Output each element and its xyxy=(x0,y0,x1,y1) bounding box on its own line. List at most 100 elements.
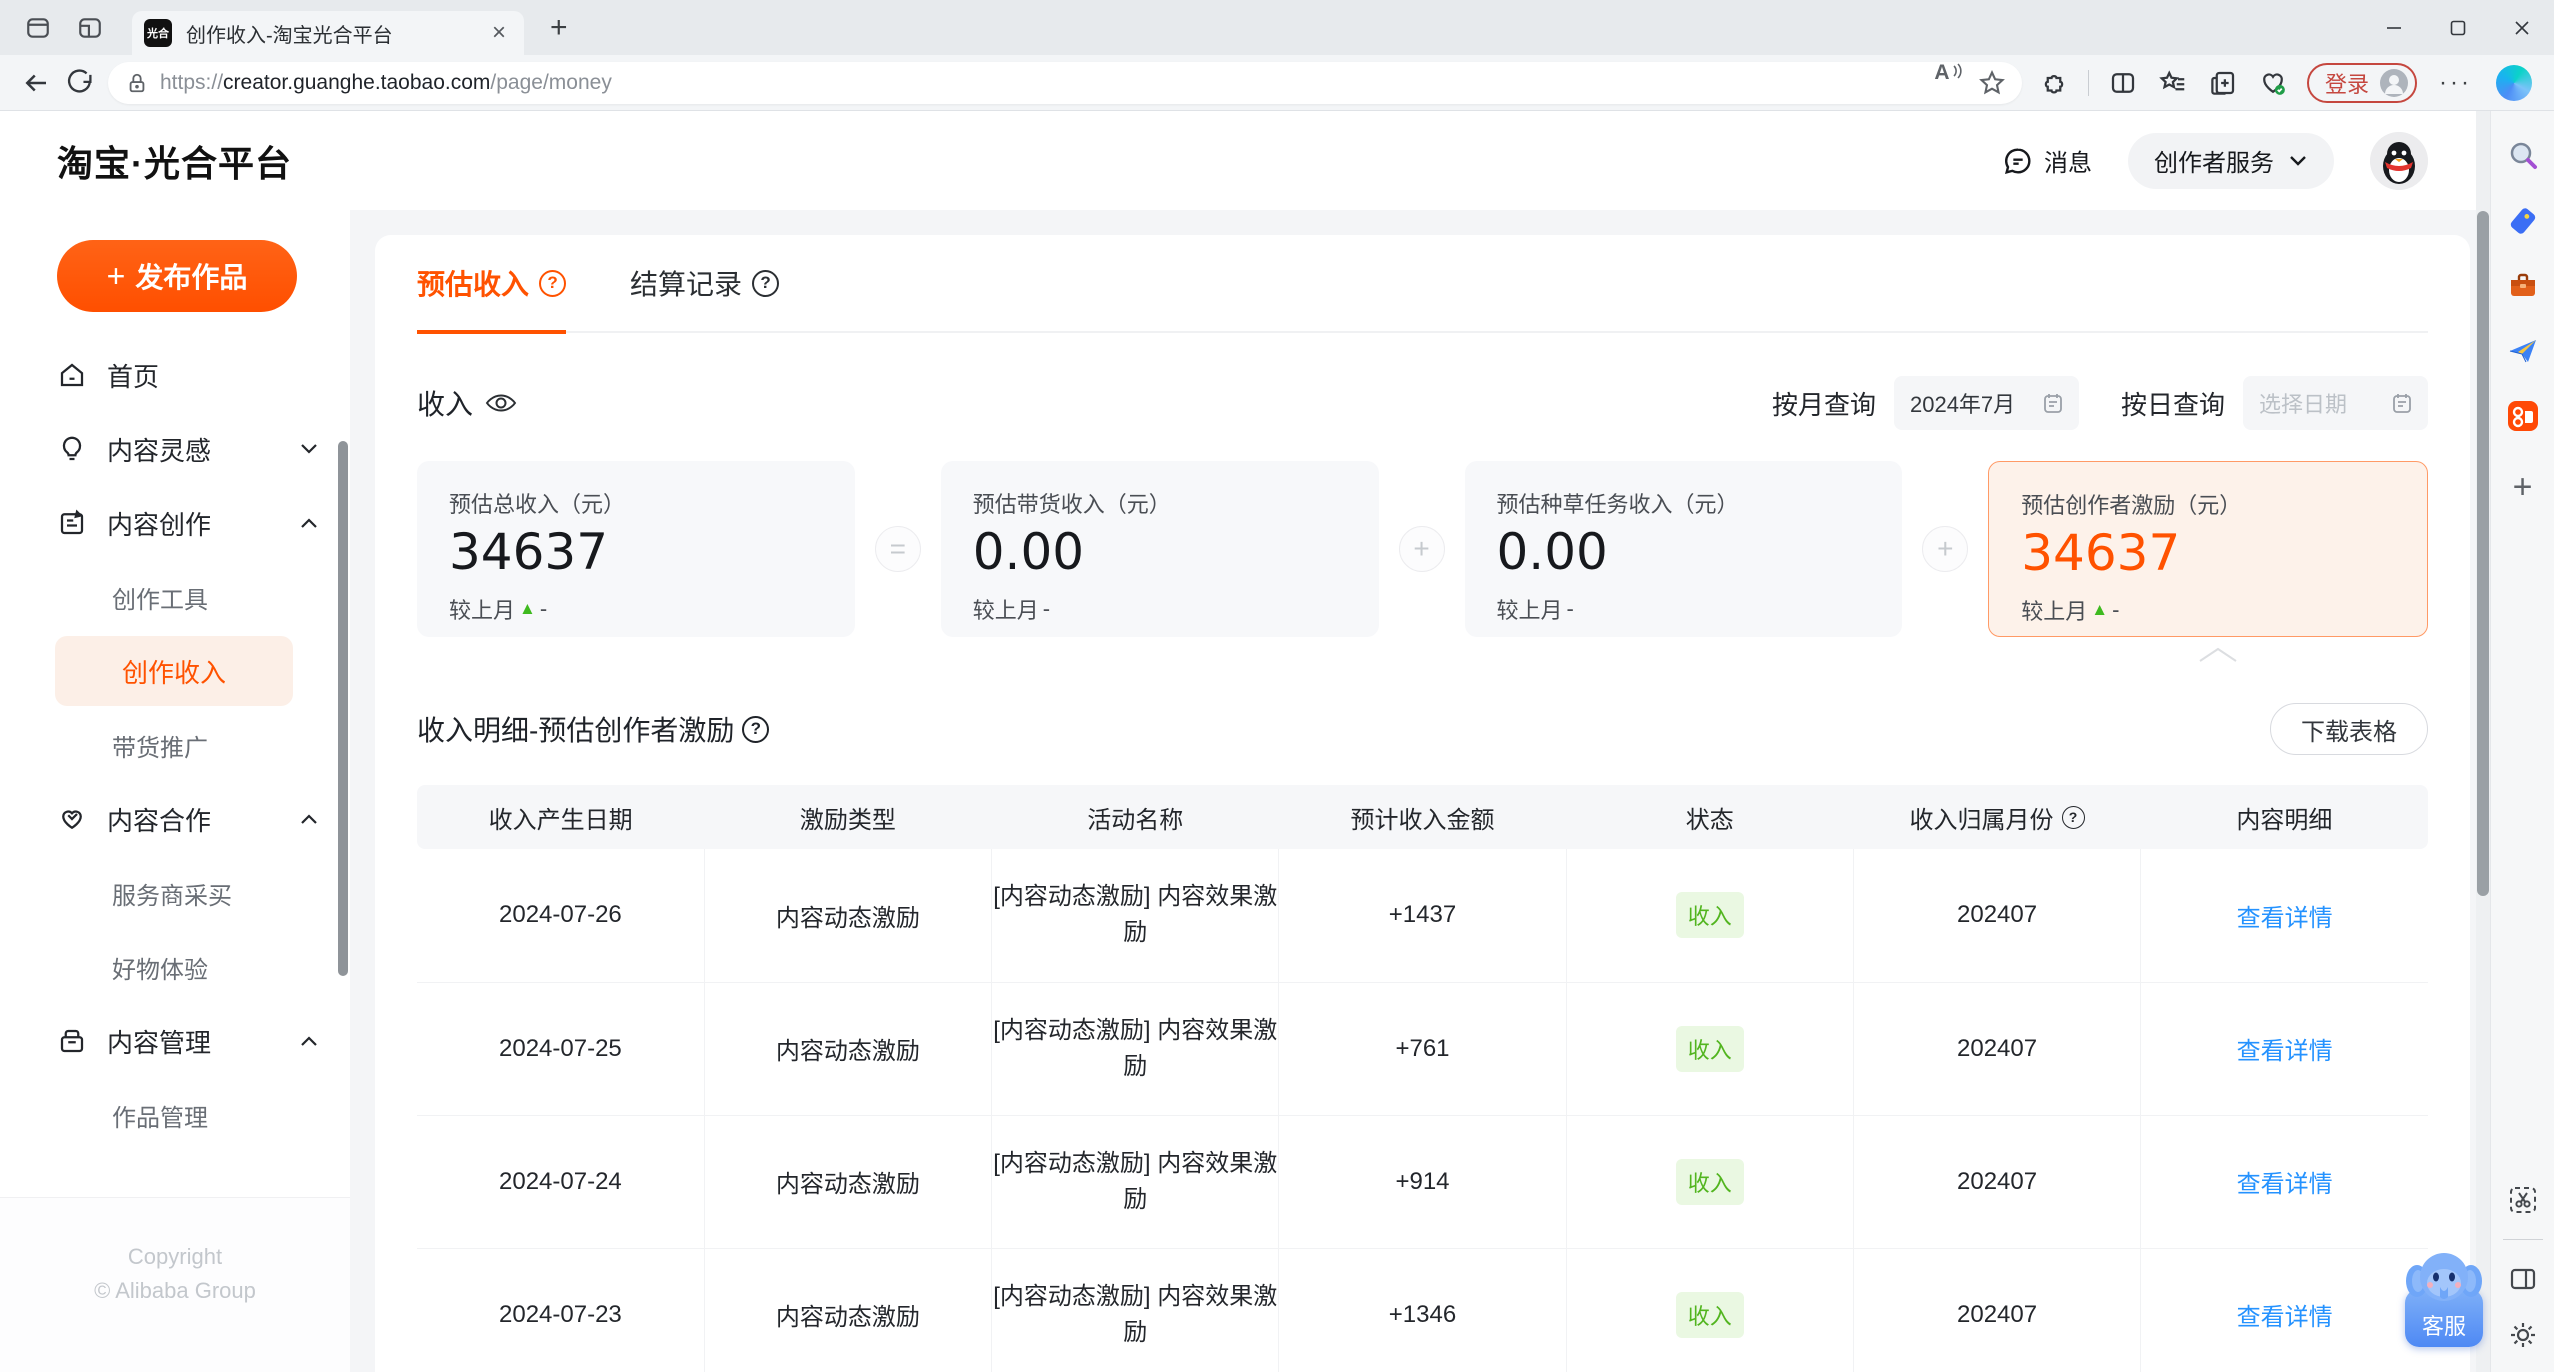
site-logo[interactable]: 淘宝·光合平台 xyxy=(57,135,292,187)
kuaishou-icon[interactable] xyxy=(2506,399,2540,433)
day-query-label: 按日查询 xyxy=(2120,389,2225,420)
sidebar: + 发布作品 首页 内容灵感 内容创作 创作工具 创作收入 带货推广 内容合作 服… xyxy=(0,210,350,1372)
window-close-button[interactable] xyxy=(2490,0,2554,55)
login-button[interactable]: 登录 xyxy=(2307,62,2418,103)
sidebar-item-content-management[interactable]: 内容管理 xyxy=(0,1004,350,1078)
rail-divider xyxy=(2502,1239,2543,1240)
page: 淘宝·光合平台 消息 创作者服务 + 发布作品 首页 内容灵感 内容创作 创作工… xyxy=(0,111,2554,1372)
profile-icon xyxy=(2380,68,2409,97)
favorite-star-icon[interactable] xyxy=(1970,61,2014,105)
tab-settlement-records[interactable]: 结算记录 ? xyxy=(630,234,780,332)
home-icon xyxy=(57,360,87,390)
address-bar[interactable]: https://creator.guanghe.taobao.com/page/… xyxy=(108,61,2022,105)
settings-menu-icon[interactable]: ··· xyxy=(2429,69,2482,97)
card-creator-incentive[interactable]: 预估创作者激励（元） 34637 较上月 ▲ - xyxy=(1988,461,2428,637)
url-text: https://creator.guanghe.taobao.com/page/… xyxy=(160,70,612,94)
status-badge: 收入 xyxy=(1675,1291,1744,1338)
table-row: 2024-07-24 内容动态激励 [内容动态激励] 内容效果激励 +914 收… xyxy=(417,1115,2428,1249)
customer-service-button[interactable]: 客服 xyxy=(2405,1247,2483,1347)
sidebar-item-service-purchase[interactable]: 服务商采买 xyxy=(0,856,350,930)
card-total-income: 预估总收入（元） 34637 较上月 ▲ - xyxy=(417,461,855,637)
view-details-link[interactable]: 查看详情 xyxy=(2237,1038,2333,1065)
table-row: 2024-07-25 内容动态激励 [内容动态激励] 内容效果激励 +761 收… xyxy=(417,982,2428,1116)
edit-note-icon xyxy=(57,508,87,538)
message-icon xyxy=(2004,147,2031,174)
sidebar-item-works-management[interactable]: 作品管理 xyxy=(0,1078,350,1152)
read-aloud-icon[interactable]: A xyxy=(1926,61,1970,105)
tab-estimated-income[interactable]: 预估收入 ? xyxy=(417,234,567,334)
help-icon[interactable]: ? xyxy=(742,715,770,743)
collections-icon[interactable] xyxy=(2201,61,2245,105)
plus-operator: + xyxy=(1398,526,1445,572)
refresh-button[interactable] xyxy=(58,61,102,105)
page-scrollbar-thumb[interactable] xyxy=(2477,211,2489,896)
trend-up-icon: ▲ xyxy=(519,599,536,618)
favorites-list-icon[interactable] xyxy=(2151,61,2195,105)
card-caret xyxy=(417,637,2428,663)
status-badge: 收入 xyxy=(1675,1158,1744,1205)
browser-tab[interactable]: 光合 创作收入-淘宝光合平台 × xyxy=(132,11,524,55)
sidebar-item-affiliate-promo[interactable]: 带货推广 xyxy=(0,708,350,782)
chevron-up-icon xyxy=(300,517,318,529)
copilot-icon[interactable] xyxy=(2496,64,2532,101)
help-icon[interactable]: ? xyxy=(752,269,780,297)
trend-up-icon: ▲ xyxy=(2091,600,2109,619)
day-picker[interactable]: 选择日期 xyxy=(2243,376,2428,430)
paper-plane-icon[interactable] xyxy=(2506,334,2540,368)
sidebar-item-home[interactable]: 首页 xyxy=(0,338,350,412)
plus-operator: + xyxy=(1922,526,1969,572)
card-task-income: 预估种草任务收入（元） 0.00 较上月 - xyxy=(1464,461,1903,637)
elephant-mascot-icon xyxy=(2406,1253,2482,1301)
messages-button[interactable]: 消息 xyxy=(2002,143,2092,178)
download-table-button[interactable]: 下载表格 xyxy=(2270,703,2428,755)
chevron-up-icon xyxy=(2199,647,2237,662)
sidebar-item-content-creation[interactable]: 内容创作 xyxy=(0,486,350,560)
split-screen-icon[interactable] xyxy=(2101,61,2145,105)
status-badge: 收入 xyxy=(1675,892,1744,939)
help-icon[interactable]: ? xyxy=(539,269,567,297)
back-button[interactable] xyxy=(14,61,58,105)
income-summary-cards: 预估总收入（元） 34637 较上月 ▲ - = 预估带货收入（元） 0.00 较上… xyxy=(417,461,2428,637)
sidebar-item-creation-tools[interactable]: 创作工具 xyxy=(0,560,350,634)
view-details-link[interactable]: 查看详情 xyxy=(2237,1304,2333,1331)
view-details-link[interactable]: 查看详情 xyxy=(2237,1171,2333,1198)
status-badge: 收入 xyxy=(1675,1025,1744,1072)
eye-icon[interactable] xyxy=(485,391,517,415)
sidebar-scrollbar[interactable] xyxy=(338,441,348,976)
view-details-link[interactable]: 查看详情 xyxy=(2237,905,2333,932)
extensions-icon[interactable] xyxy=(2032,61,2076,105)
workspaces-icon[interactable] xyxy=(22,12,54,44)
heart-hands-icon xyxy=(57,804,87,834)
toolbar-divider xyxy=(2088,69,2089,96)
window-maximize-button[interactable] xyxy=(2426,0,2490,55)
chevron-up-icon xyxy=(300,813,318,825)
creator-services-dropdown[interactable]: 创作者服务 xyxy=(2128,132,2334,189)
toolbox-icon[interactable] xyxy=(2506,269,2540,303)
month-picker[interactable]: 2024年7月 xyxy=(1893,376,2079,430)
sidebar-toggle-icon[interactable] xyxy=(2506,1262,2540,1296)
browser-toolbar: https://creator.guanghe.taobao.com/page/… xyxy=(0,55,2554,111)
calendar-icon xyxy=(2044,394,2062,413)
tab-actions-icon[interactable] xyxy=(74,12,106,44)
site-favicon-icon: 光合 xyxy=(144,19,172,47)
lock-icon xyxy=(129,73,145,92)
chevron-up-icon xyxy=(300,1035,318,1047)
user-avatar[interactable] xyxy=(2370,131,2428,190)
window-minimize-button[interactable] xyxy=(2362,0,2426,55)
sidebar-item-inspiration[interactable]: 内容灵感 xyxy=(0,412,350,486)
calendar-icon xyxy=(2393,394,2411,413)
help-icon[interactable]: ? xyxy=(2061,805,2085,829)
screenshot-icon[interactable] xyxy=(2506,1183,2540,1217)
add-sidebar-app-icon[interactable]: + xyxy=(2513,468,2533,507)
publish-work-button[interactable]: + 发布作品 xyxy=(57,240,297,312)
search-icon[interactable] xyxy=(2506,139,2540,173)
sidebar-item-content-cooperation[interactable]: 内容合作 xyxy=(0,782,350,856)
sidebar-item-creation-income[interactable]: 创作收入 xyxy=(55,636,293,706)
settings-gear-icon[interactable] xyxy=(2506,1318,2540,1352)
sidebar-item-product-trial[interactable]: 好物体验 xyxy=(0,930,350,1004)
browser-essentials-icon[interactable] xyxy=(2251,61,2295,105)
chevron-down-icon xyxy=(300,443,318,455)
shopping-tag-icon[interactable] xyxy=(2506,204,2540,238)
new-tab-button[interactable]: + xyxy=(542,11,576,45)
tab-close-icon[interactable]: × xyxy=(486,19,512,47)
